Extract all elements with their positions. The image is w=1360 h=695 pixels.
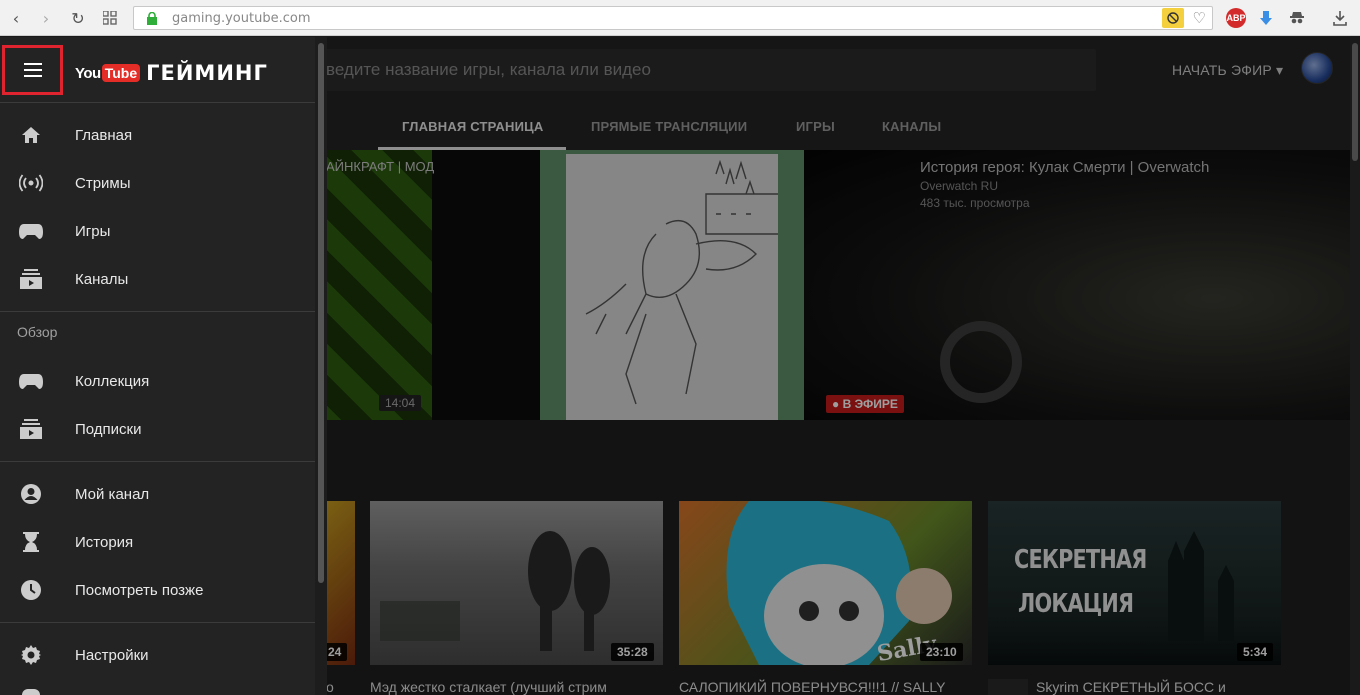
favorite-heart-icon[interactable]: ♡ [1193, 9, 1206, 27]
sidebar-item-label: Коллекция [75, 372, 150, 390]
sidebar-item-history[interactable]: История [0, 518, 315, 566]
menu-icon [23, 63, 42, 77]
sidebar-item-label: Главная [75, 126, 133, 144]
video-duration-2: 23:10 [920, 643, 963, 661]
reload-icon[interactable]: ↻ [68, 8, 88, 28]
go-live-button[interactable]: НАЧАТЬ ЭФИР ▾ [1172, 62, 1283, 79]
downloads-icon[interactable] [1330, 8, 1350, 28]
sidebar-item-label: Стримы [75, 174, 131, 192]
settings-icon [19, 643, 43, 667]
video-thumbnail-2[interactable]: Sally [679, 501, 972, 665]
video-title-0[interactable]: о [326, 679, 334, 695]
search-input[interactable]: ведите название игры, канала или видео [318, 49, 1096, 91]
sidebar-item-label: Игры [75, 222, 111, 240]
sidebar-item-watch-later[interactable]: Посмотреть позже [0, 566, 315, 614]
sidebar-item-home[interactable]: Главная [0, 111, 315, 159]
hero-right-views: 483 тыс. просмотра [920, 196, 1030, 210]
live-badge: ● В ЭФИРЕ [826, 395, 904, 413]
account-icon [19, 482, 43, 506]
video-duration-3: 5:34 [1237, 643, 1274, 661]
sidebar-item-subscriptions[interactable]: Подписки [0, 405, 315, 453]
url-text: gaming.youtube.com [172, 11, 311, 26]
tab-channels[interactable]: КАНАЛЫ [882, 119, 941, 134]
section-title-browse: Обзор [17, 324, 58, 340]
hourglass-icon [19, 530, 43, 554]
sketch-artwork [566, 154, 787, 420]
video-title-3[interactable]: Skyrim СЕКРЕТНЫЙ БОСС и [1036, 679, 1226, 695]
sidebar-item-settings[interactable]: Настройки [0, 631, 315, 679]
channel-avatar[interactable] [988, 679, 1028, 695]
live-icon [19, 171, 43, 195]
back-icon[interactable]: ‹ [6, 8, 26, 28]
sidebar-item-streams[interactable]: Стримы [0, 159, 315, 207]
logo-gaming: ГЕЙМИНГ [146, 61, 268, 85]
hero-left-thumbnail[interactable] [310, 150, 432, 420]
tab-home[interactable]: ГЛАВНАЯ СТРАНИЦА [402, 119, 543, 134]
abp-extension-icon[interactable]: ABP [1226, 8, 1246, 28]
sidebar-item-channels[interactable]: Каналы [0, 255, 315, 303]
lock-icon [147, 12, 157, 25]
sidebar-item-label: Каналы [75, 270, 129, 288]
sidebar-item-games[interactable]: Игры [0, 207, 315, 255]
forward-icon[interactable]: › [36, 8, 56, 28]
thumbnail-location-text: ЛОКАЦИЯ [1018, 589, 1134, 619]
spy-extension-icon[interactable] [1287, 8, 1307, 28]
video-title-2[interactable]: САЛОПИКИЙ ПОВЕРНУВСЯ!!!1 // SALLY [679, 679, 945, 695]
logo-tube: Tube [101, 64, 141, 82]
address-bar[interactable]: gaming.youtube.com ♡ [133, 6, 1213, 30]
sidebar-item-label: Настройки [75, 646, 149, 664]
sidebar-item-collection[interactable]: Коллекция [0, 357, 315, 405]
sidebar-item-label: История [75, 533, 134, 551]
sidebar-item-label: Подписки [75, 420, 142, 438]
sidebar-item-label: Посмотреть позже [75, 581, 204, 599]
channels-icon [19, 267, 43, 291]
youtube-gaming-logo[interactable]: You Tube ГЕЙМИНГ [75, 61, 268, 85]
hero-right-channel[interactable]: Overwatch RU [920, 179, 998, 193]
video-thumbnail-3[interactable]: СЕКРЕТНАЯ ЛОКАЦИЯ [988, 501, 1281, 665]
divider [0, 311, 315, 312]
adblock-indicator-icon[interactable] [1162, 8, 1184, 28]
subscriptions-icon [19, 417, 43, 441]
logo-you: You [75, 64, 101, 82]
sidebar-item-label: Мой канал [75, 485, 150, 503]
hamburger-menu-button[interactable] [2, 45, 63, 95]
hero-right-thumbnail[interactable] [804, 150, 1350, 420]
home-icon [19, 123, 43, 147]
gamepad-icon [19, 369, 43, 393]
search-placeholder: ведите название игры, канала или видео [326, 60, 651, 79]
sidebar-item-my-channel[interactable]: Мой канал [0, 470, 315, 518]
divider [0, 622, 315, 623]
hero-left-title[interactable]: АЙНКРАФТ | МОД [326, 158, 446, 176]
page-scrollbar[interactable] [1350, 37, 1360, 695]
hero-center-thumbnail[interactable] [540, 150, 804, 420]
divider [0, 102, 315, 103]
tab-live[interactable]: ПРЯМЫЕ ТРАНСЛЯЦИИ [591, 119, 747, 134]
clock-icon [19, 578, 43, 602]
thumbnail-secret-text: СЕКРЕТНАЯ [1014, 545, 1147, 575]
page-scrollbar-thumb[interactable] [1352, 43, 1358, 161]
hero-right-title[interactable]: История героя: Кулак Смерти | Overwatch [920, 159, 1209, 176]
hero-left-duration: 14:04 [379, 395, 422, 411]
sidebar-scrollbar-thumb[interactable] [318, 43, 324, 583]
partial-next-item-icon [22, 689, 40, 695]
video-title-1[interactable]: Мэд жестко сталкает (лучший стрим [370, 679, 607, 695]
sidebar-drawer: You Tube ГЕЙМИНГ Главная Стримы Игры Кан… [0, 37, 315, 695]
overwatch-logo-icon [940, 321, 1022, 403]
avatar[interactable] [1301, 52, 1333, 84]
download-extension-icon[interactable] [1256, 8, 1276, 28]
apps-grid-icon[interactable] [100, 8, 120, 28]
tab-games[interactable]: ИГРЫ [796, 119, 835, 134]
divider [0, 461, 315, 462]
video-thumbnail-1[interactable] [370, 501, 663, 665]
browser-toolbar: ‹ › ↻ gaming.youtube.com ♡ ABP [0, 0, 1360, 36]
video-duration-1: 35:28 [611, 643, 654, 661]
gamepad-icon [19, 219, 43, 243]
